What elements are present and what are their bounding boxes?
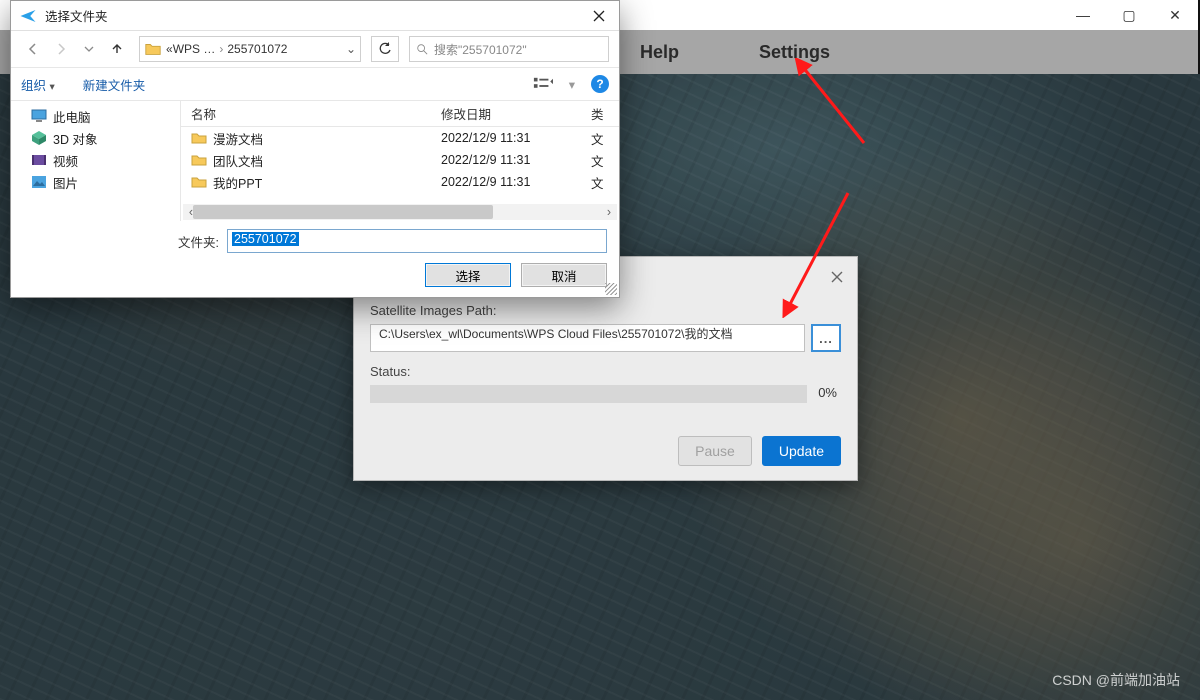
folder-name-label: 文件夹: bbox=[178, 232, 219, 251]
file-name: 团队文档 bbox=[213, 151, 263, 170]
breadcrumb-segment[interactable]: 255701072 bbox=[227, 42, 287, 56]
toolbar: 组织 ▾ 新建文件夹 ▾ ? bbox=[11, 67, 619, 101]
folder-icon bbox=[191, 174, 207, 190]
dialog-close-button[interactable] bbox=[579, 1, 619, 31]
breadcrumb[interactable]: « WPS … › 255701072 ⌄ bbox=[139, 36, 361, 62]
nav-tree[interactable]: 此电脑 3D 对象 视频 图片 bbox=[11, 101, 181, 221]
pc-icon bbox=[31, 108, 47, 124]
update-button[interactable]: Update bbox=[762, 436, 841, 466]
arrow-up-icon bbox=[110, 42, 124, 56]
video-icon bbox=[31, 152, 47, 168]
file-list: 名称 修改日期 类 漫游文档2022/12/9 11:31文团队文档2022/1… bbox=[181, 101, 619, 221]
progress-bar bbox=[370, 385, 807, 403]
scroll-thumb[interactable] bbox=[193, 205, 493, 219]
cube-icon bbox=[31, 130, 47, 146]
breadcrumb-separator: › bbox=[215, 42, 227, 56]
organize-menu[interactable]: 组织 ▾ bbox=[21, 75, 55, 94]
picture-icon bbox=[31, 174, 47, 190]
file-date: 2022/12/9 11:31 bbox=[441, 175, 591, 189]
watermark: CSDN @前端加油站 bbox=[1052, 670, 1180, 690]
status-label: Status: bbox=[370, 364, 841, 379]
new-folder-button[interactable]: 新建文件夹 bbox=[83, 75, 146, 94]
file-type: 文 bbox=[591, 129, 619, 148]
folder-icon bbox=[144, 40, 162, 58]
file-picker-dialog: 选择文件夹 « WPS … › 255701072 ⌄ 搜索"255701072… bbox=[10, 0, 620, 298]
tree-item-label: 3D 对象 bbox=[53, 129, 97, 148]
browse-button[interactable]: ... bbox=[811, 324, 841, 352]
dialog-title: 选择文件夹 bbox=[45, 6, 579, 25]
file-type: 文 bbox=[591, 151, 619, 170]
close-button[interactable]: ✕ bbox=[1152, 0, 1198, 30]
view-options-button[interactable] bbox=[533, 76, 553, 92]
recent-dropdown[interactable] bbox=[77, 37, 101, 61]
tree-item-label: 视频 bbox=[53, 151, 78, 170]
search-placeholder: 搜索"255701072" bbox=[434, 41, 527, 58]
search-input[interactable]: 搜索"255701072" bbox=[409, 36, 609, 62]
file-date: 2022/12/9 11:31 bbox=[441, 153, 591, 167]
file-name: 我的PPT bbox=[213, 173, 262, 192]
col-header-name[interactable]: 名称 bbox=[181, 104, 441, 123]
refresh-button[interactable] bbox=[371, 36, 399, 62]
nav-bar: « WPS … › 255701072 ⌄ 搜索"255701072" bbox=[11, 31, 619, 67]
back-button[interactable] bbox=[21, 37, 45, 61]
tree-item-videos[interactable]: 视频 bbox=[11, 149, 180, 171]
close-icon bbox=[593, 10, 605, 22]
file-date: 2022/12/9 11:31 bbox=[441, 131, 591, 145]
folder-icon bbox=[191, 152, 207, 168]
up-button[interactable] bbox=[105, 37, 129, 61]
menu-help[interactable]: Help bbox=[640, 42, 679, 63]
tree-item-label: 图片 bbox=[53, 173, 78, 192]
search-icon bbox=[416, 43, 428, 55]
list-item[interactable]: 我的PPT 2022/12/9 11:31文 bbox=[181, 171, 619, 193]
col-header-date[interactable]: 修改日期 bbox=[441, 104, 591, 123]
refresh-icon bbox=[378, 42, 392, 56]
menu-settings[interactable]: Settings bbox=[759, 42, 830, 63]
list-item[interactable]: 漫游文档 2022/12/9 11:31文 bbox=[181, 127, 619, 149]
plane-icon bbox=[19, 7, 37, 25]
breadcrumb-segment[interactable]: WPS … bbox=[173, 42, 216, 56]
select-folder-button[interactable]: 选择 bbox=[425, 263, 511, 287]
list-item[interactable]: 团队文档 2022/12/9 11:31文 bbox=[181, 149, 619, 171]
arrow-right-icon bbox=[54, 42, 68, 56]
tree-item-label: 此电脑 bbox=[53, 107, 91, 126]
progress-percent: 0% bbox=[818, 385, 837, 400]
minimize-button[interactable]: — bbox=[1060, 0, 1106, 30]
maximize-button[interactable]: ▢ bbox=[1106, 0, 1152, 30]
forward-button[interactable] bbox=[49, 37, 73, 61]
dialog-titlebar[interactable]: 选择文件夹 bbox=[11, 1, 619, 31]
tree-item-3d[interactable]: 3D 对象 bbox=[11, 127, 180, 149]
folder-name-input[interactable]: 255701072 bbox=[227, 229, 607, 253]
tree-item-this-pc[interactable]: 此电脑 bbox=[11, 105, 180, 127]
help-button[interactable]: ? bbox=[591, 75, 609, 93]
chevron-down-icon bbox=[84, 44, 94, 54]
breadcrumb-segment[interactable]: « bbox=[166, 42, 173, 56]
file-type: 文 bbox=[591, 173, 619, 192]
path-input[interactable]: C:\Users\ex_wl\Documents\WPS Cloud Files… bbox=[370, 324, 805, 352]
path-label: Satellite Images Path: bbox=[370, 303, 841, 318]
horizontal-scrollbar[interactable]: ‹ › bbox=[183, 204, 617, 220]
tree-item-pictures[interactable]: 图片 bbox=[11, 171, 180, 193]
col-header-type[interactable]: 类 bbox=[591, 104, 619, 123]
pause-button: Pause bbox=[678, 436, 752, 466]
scroll-right-button[interactable]: › bbox=[601, 204, 617, 220]
list-header[interactable]: 名称 修改日期 类 bbox=[181, 101, 619, 127]
folder-icon bbox=[191, 130, 207, 146]
folder-name-value: 255701072 bbox=[232, 232, 299, 246]
breadcrumb-dropdown[interactable]: ⌄ bbox=[346, 42, 356, 56]
resize-grip[interactable] bbox=[605, 283, 617, 295]
arrow-left-icon bbox=[26, 42, 40, 56]
file-name: 漫游文档 bbox=[213, 129, 263, 148]
cancel-button[interactable]: 取消 bbox=[521, 263, 607, 287]
